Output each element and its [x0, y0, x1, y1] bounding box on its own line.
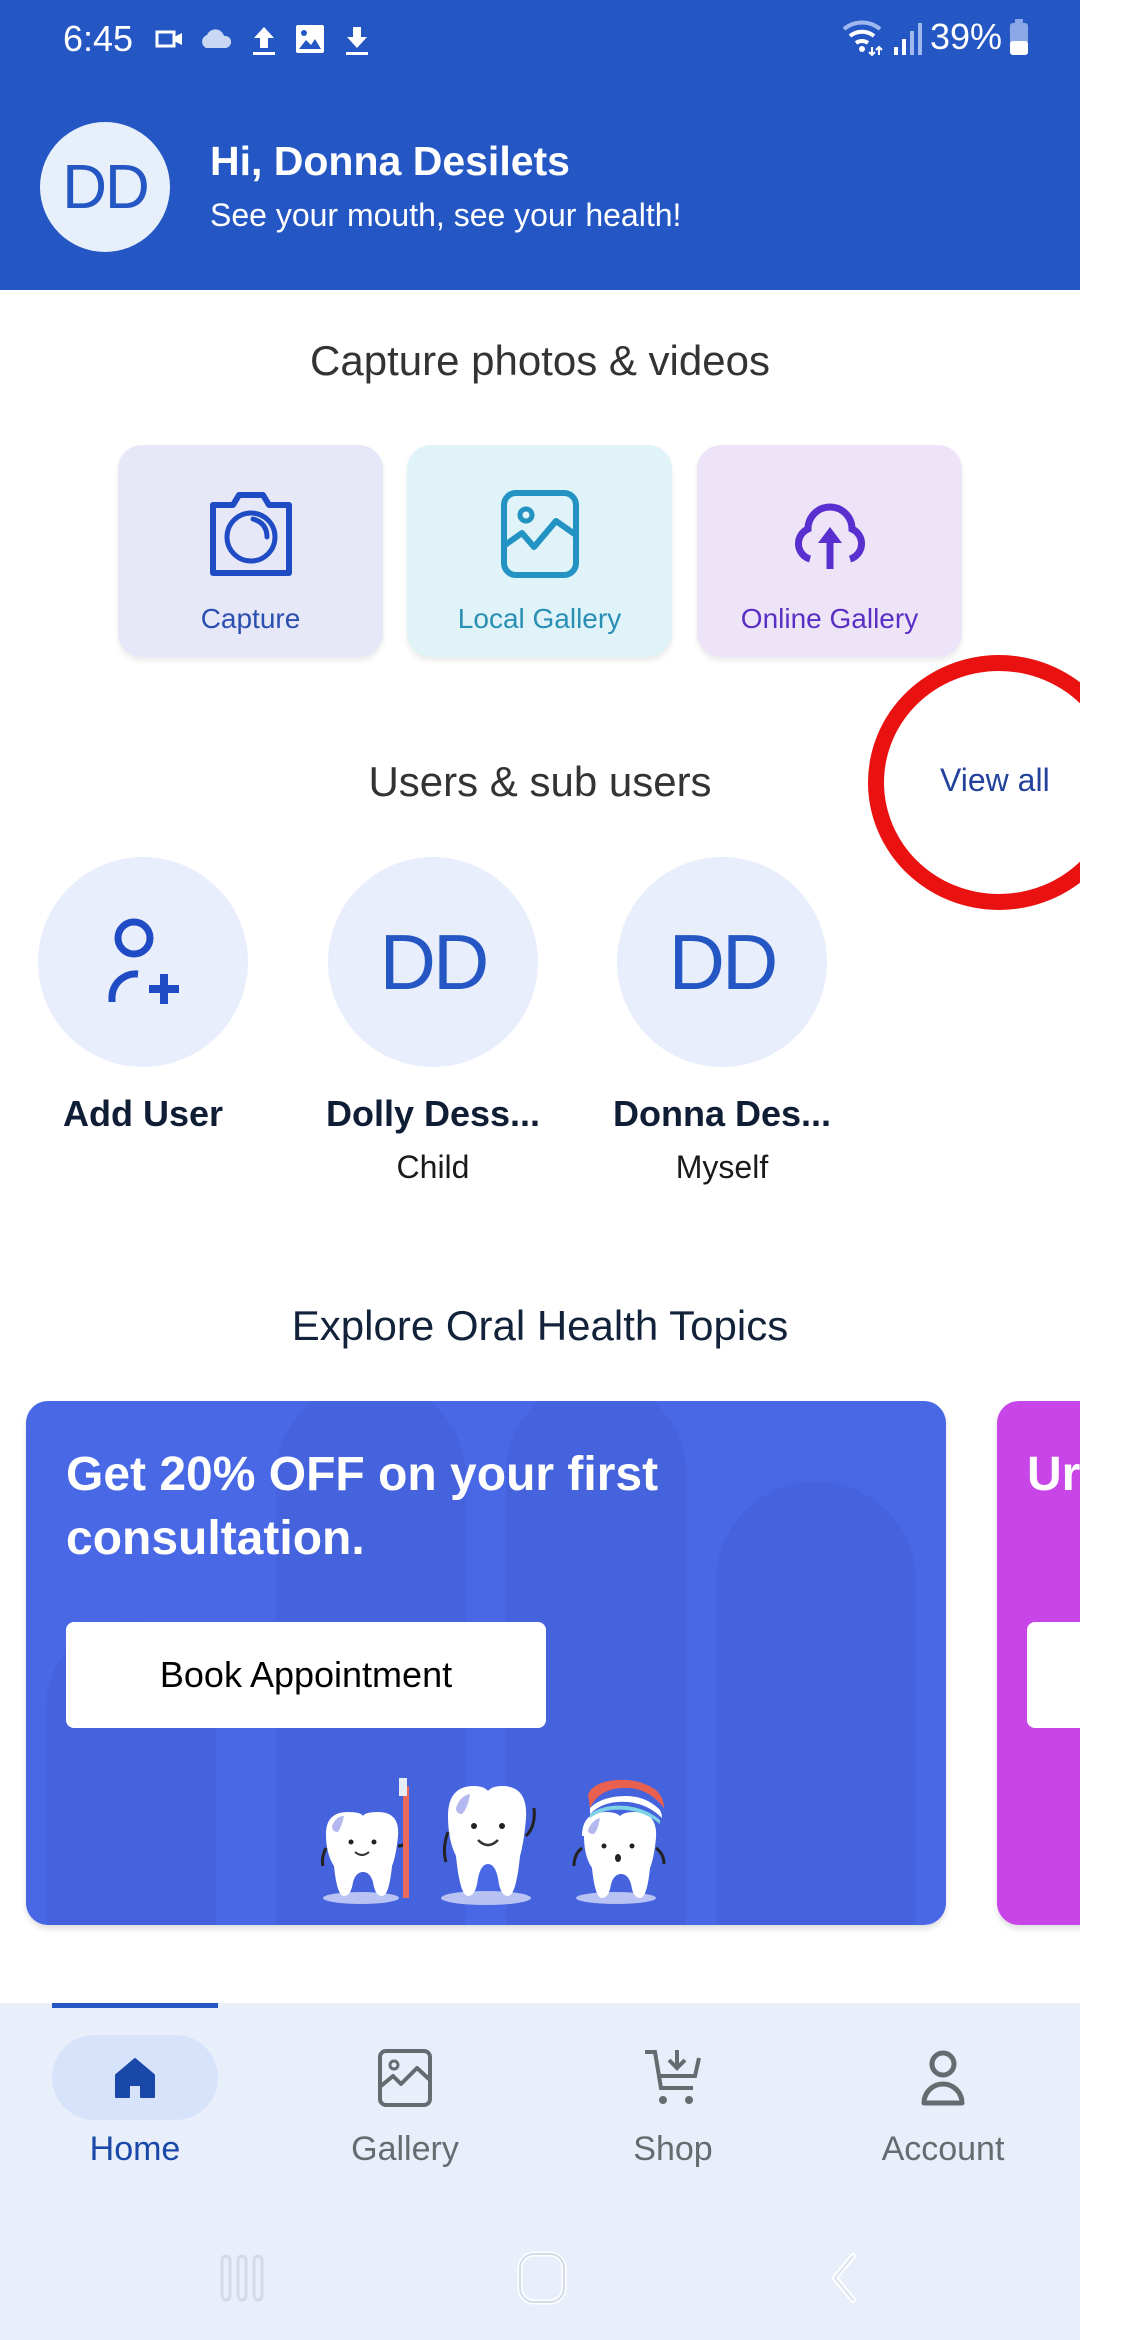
upload-icon	[253, 27, 275, 55]
nav-label: Shop	[633, 2130, 713, 2168]
cloud-upload-icon	[794, 503, 865, 569]
nav-home[interactable]: Home	[35, 2035, 235, 2169]
image-icon	[296, 25, 324, 53]
online-gallery-button[interactable]: Online Gallery	[697, 445, 962, 657]
users-section-title: Users & sub users	[368, 758, 712, 805]
back-icon[interactable]	[815, 2248, 875, 2308]
teeth-illustration	[320, 1778, 666, 1905]
bottom-nav: Home Gallery Shop Account	[0, 2003, 1080, 2340]
gallery-icon	[378, 2048, 432, 2107]
home-icon	[115, 2057, 155, 2098]
background-tooth-shape	[716, 1481, 916, 1925]
capture-button[interactable]: Capture	[118, 445, 383, 657]
camera-icon	[209, 492, 292, 576]
battery-icon	[1010, 19, 1028, 55]
capture-label: Capture	[200, 603, 301, 634]
nav-label: Home	[89, 2130, 181, 2168]
person-icon	[921, 2050, 965, 2105]
nav-label: Gallery	[351, 2130, 459, 2168]
profile-avatar[interactable]: DD	[40, 122, 170, 252]
add-user-icon	[108, 918, 179, 1004]
user-name: Add User	[62, 1093, 224, 1134]
home-button-icon[interactable]	[512, 2248, 572, 2308]
user-item-dolly[interactable]: DD Dolly Dess... Child	[308, 857, 558, 1186]
status-time: 6:45	[63, 18, 134, 59]
cart-download-icon	[645, 2049, 701, 2104]
add-user-button[interactable]: Add User	[18, 857, 268, 1135]
add-user-avatar	[38, 857, 248, 1067]
nav-account[interactable]: Account	[843, 2035, 1043, 2169]
recent-apps-icon[interactable]	[212, 2248, 272, 2308]
nav-label: Account	[881, 2130, 1005, 2168]
book-appointment-button[interactable]: Book Appointment	[66, 1622, 546, 1728]
greeting-title: Hi, Donna Desilets	[210, 138, 570, 184]
user-name: Donna Des...	[612, 1093, 832, 1134]
signal-icon	[893, 23, 922, 55]
user-avatar: DD	[617, 857, 827, 1067]
status-bar: 6:45 39%	[0, 0, 1080, 80]
image-icon	[500, 490, 579, 578]
greeting-tagline: See your mouth, see your health!	[210, 197, 682, 233]
promo-card-secondary[interactable]: Ur yo	[997, 1401, 1080, 1925]
promo-title: Get 20% OFF on your first consultation.	[66, 1448, 659, 1565]
capture-section-title: Capture photos & videos	[310, 337, 770, 384]
battery-percent: 39%	[929, 16, 1002, 57]
active-tab-indicator	[52, 2003, 218, 2008]
view-all-link[interactable]: View all	[940, 762, 1050, 799]
header: 6:45 39% DD Hi, Donna Desilets See your …	[0, 0, 1080, 290]
video-camera-icon	[155, 30, 182, 48]
app-screen: 6:45 39% DD Hi, Donna Desilets See your …	[0, 0, 1080, 2340]
cloud-icon	[202, 29, 232, 48]
user-role: Myself	[675, 1149, 769, 1185]
user-name: Dolly Dess...	[325, 1093, 541, 1134]
user-avatar: DD	[328, 857, 538, 1067]
nav-shop[interactable]: Shop	[573, 2035, 773, 2169]
user-item-donna[interactable]: DD Donna Des... Myself	[597, 857, 847, 1186]
promo-card-consultation[interactable]: Get 20% OFF on your first consultation. …	[26, 1401, 946, 1925]
online-gallery-label: Online Gallery	[740, 603, 919, 634]
nav-gallery[interactable]: Gallery	[305, 2035, 505, 2169]
user-role: Child	[396, 1149, 470, 1185]
promo-button[interactable]	[1027, 1622, 1080, 1728]
local-gallery-button[interactable]: Local Gallery	[407, 445, 672, 657]
download-icon	[346, 27, 368, 55]
local-gallery-label: Local Gallery	[457, 603, 622, 634]
topics-section-title: Explore Oral Health Topics	[291, 1302, 789, 1349]
wifi-icon	[842, 20, 883, 57]
promo-title: Ur yo	[1027, 1448, 1080, 1501]
